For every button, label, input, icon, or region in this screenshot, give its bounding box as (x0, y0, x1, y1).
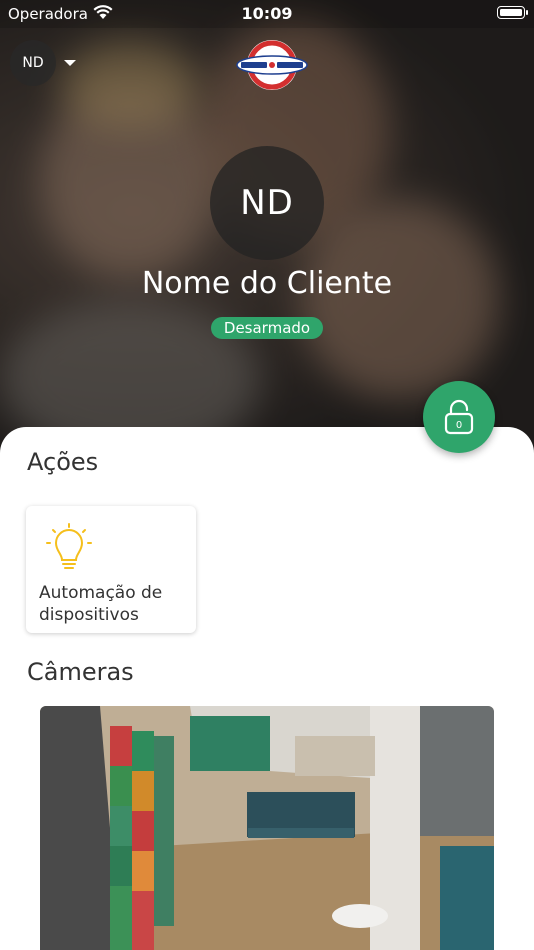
account-switcher-button[interactable]: ND (10, 40, 56, 86)
arm-toggle-button[interactable]: 0 (423, 381, 495, 453)
actions-title: Ações (27, 448, 99, 476)
fab-count: 0 (456, 420, 462, 431)
action-card-device-automation[interactable]: Automação de dispositivos (26, 506, 196, 633)
battery-icon (497, 6, 528, 19)
camera-feed[interactable] (40, 706, 494, 950)
client-name: Nome do Cliente (141, 266, 393, 301)
chevron-down-icon[interactable] (64, 60, 76, 66)
cameras-title: Câmeras (27, 658, 134, 686)
lightbulb-icon (46, 523, 92, 569)
camera-image (40, 706, 494, 950)
client-initials: ND (240, 183, 294, 223)
clock: 10:09 (241, 4, 293, 23)
action-card-label: Automação de dispositivos (39, 583, 163, 625)
account-initials: ND (22, 55, 44, 71)
client-avatar: ND (210, 146, 324, 260)
unlock-icon: 0 (444, 399, 474, 435)
alarm-systems-logo (236, 40, 308, 90)
status-badge: Desarmado (211, 317, 323, 339)
status-bar: Operadora 10:09 (0, 0, 534, 28)
